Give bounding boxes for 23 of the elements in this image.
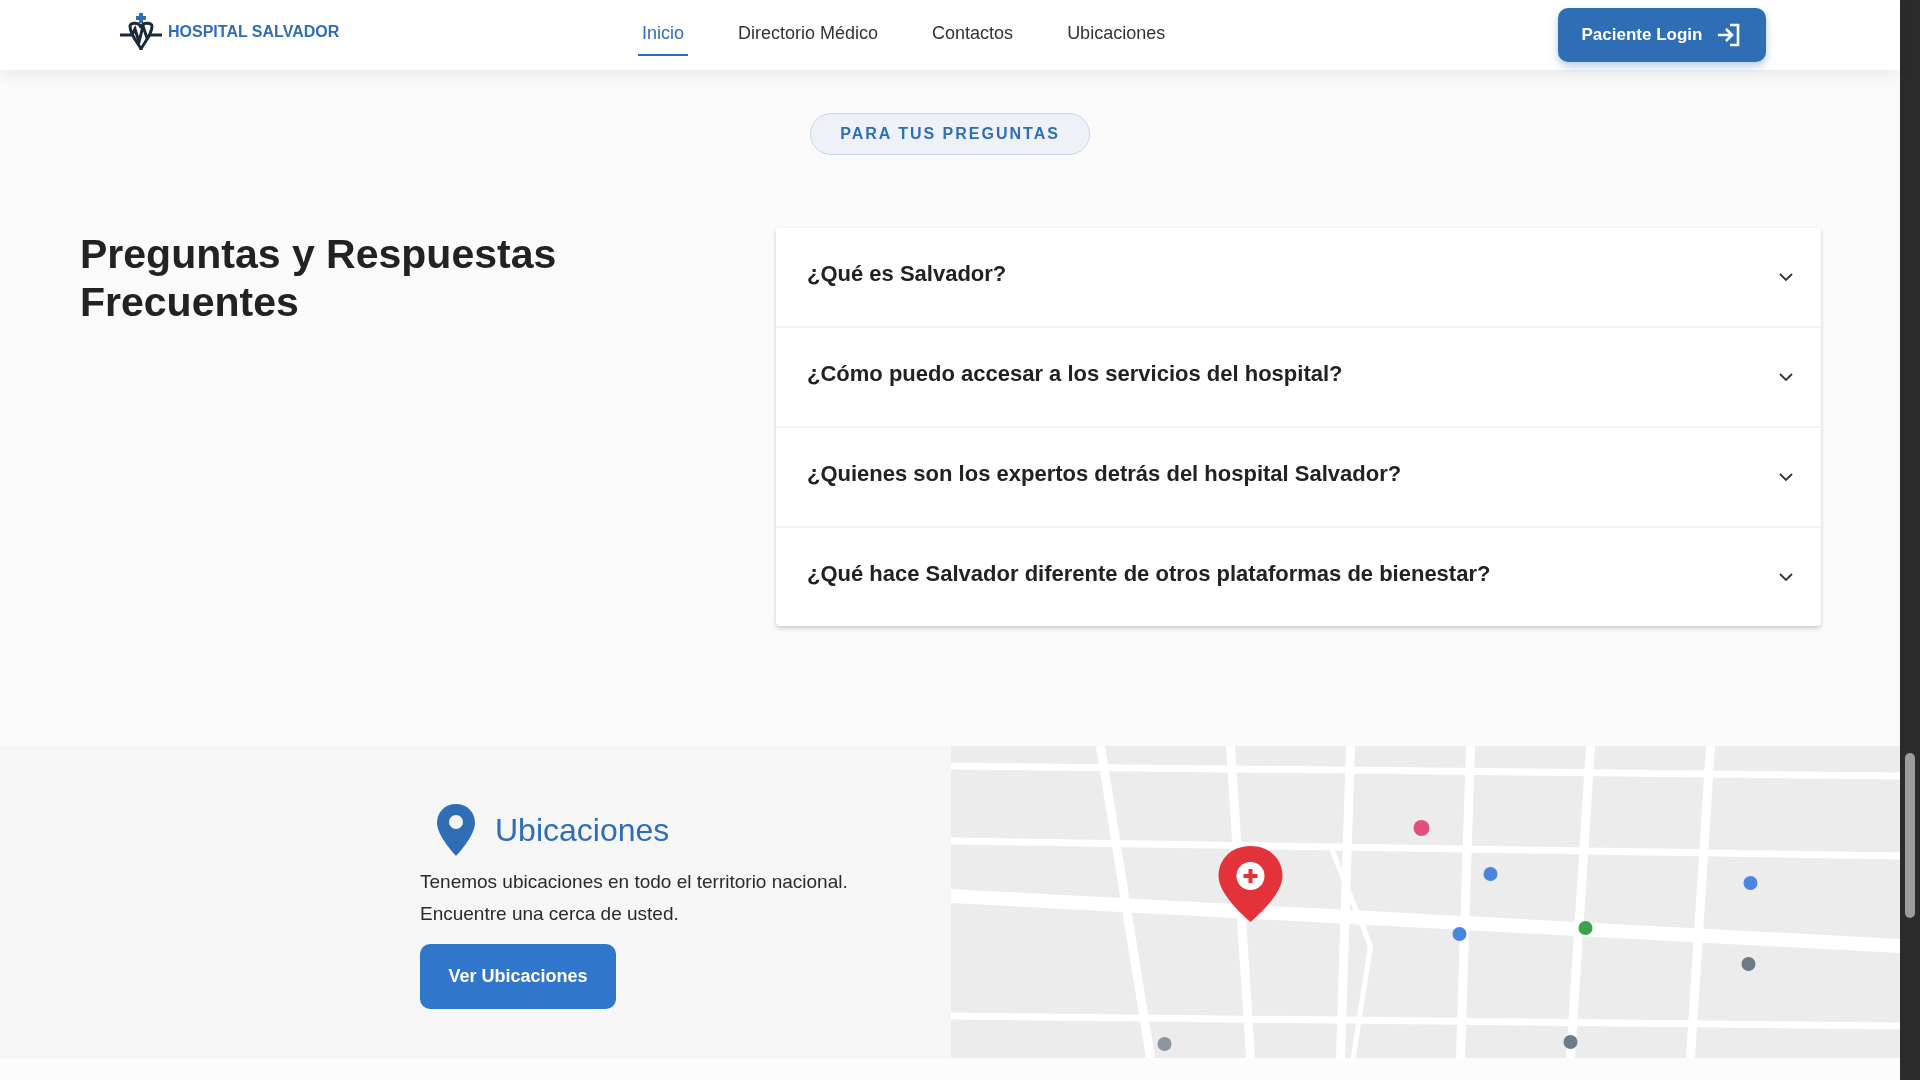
accordion-item[interactable]: ¿Cómo puedo accesar a los servicios del hospital?: [776, 328, 1821, 428]
question-text: ¿Qué es Salvador?: [807, 261, 1007, 287]
nav-link[interactable]: Ubicaciones: [1063, 16, 1170, 56]
section-badge: PARA TUS PREGUNTAS: [810, 113, 1090, 155]
scrollbar-thumb[interactable]: [1905, 753, 1915, 918]
logo-icon: [118, 12, 164, 52]
accordion-item[interactable]: ¿Qué hace Salvador diferente de otros plataformas de bienestar?: [776, 528, 1821, 626]
question-text: ¿Cómo puedo accesar a los servicios del hospital?: [807, 361, 1343, 387]
locations-heading: Ubicaciones: [495, 811, 670, 849]
accordion-item[interactable]: ¿Qué es Salvador?: [776, 228, 1821, 328]
question-text: ¿Quienes son los expertos detrás del hospital Salvador?: [807, 461, 1402, 487]
accordion-item[interactable]: ¿Quienes son los expertos detrás del hospital Salvador?: [776, 428, 1821, 528]
brand-name[interactable]: HOSPITAL SALVADOR: [168, 23, 340, 41]
view-locations-button[interactable]: Ver Ubicaciones: [420, 944, 616, 1009]
locations-description: Tenemos ubicaciones en todo el territorio nacional. Encuentre una cerca de usted.: [420, 870, 849, 926]
nav-link[interactable]: Contactos: [928, 16, 1018, 56]
location-pin-icon: [437, 804, 475, 856]
nav-link[interactable]: Inicio: [638, 16, 689, 56]
nav-link[interactable]: Directorio Médico: [734, 16, 883, 56]
login-button[interactable]: Paciente Login: [1558, 8, 1766, 62]
section-heading: Preguntas y Respuestas Frecuentes: [80, 230, 558, 327]
question-text: ¿Qué hace Salvador diferente de otros plataformas de bienestar?: [807, 561, 1491, 587]
scrollbar[interactable]: [1900, 0, 1920, 1080]
